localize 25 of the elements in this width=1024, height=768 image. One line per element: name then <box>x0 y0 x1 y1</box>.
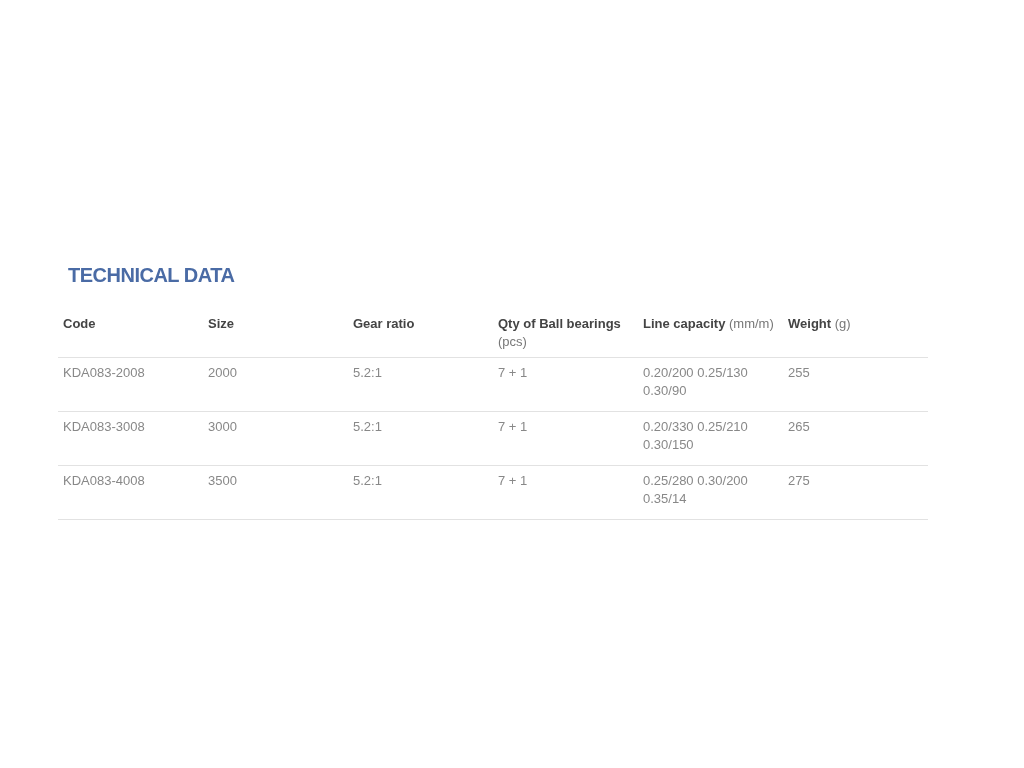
column-header: Weight (g) <box>788 316 851 331</box>
table-cell: 3500 <box>208 473 237 488</box>
table-cell: 2000 <box>208 365 237 380</box>
table-cell: 0.20/200 0.25/130 0.30/90 <box>643 365 748 398</box>
table-cell: 255 <box>788 365 810 380</box>
table-cell: 0.20/330 0.25/210 0.30/150 <box>643 419 748 452</box>
table-cell: KDA083-4008 <box>63 473 145 488</box>
table-cell: 5.2:1 <box>353 419 382 434</box>
column-header: Line capacity (mm/m) <box>643 316 774 331</box>
table-cell: KDA083-3008 <box>63 419 145 434</box>
table-cell: 0.25/280 0.30/200 0.35/14 <box>643 473 748 506</box>
column-header: Qty of Ball bearings (pcs) <box>498 316 621 349</box>
table-cell: 7 + 1 <box>498 473 528 488</box>
table-cell: 7 + 1 <box>498 419 528 434</box>
table-cell: KDA083-2008 <box>63 365 145 380</box>
table-cell: 265 <box>788 419 810 434</box>
table-cell: 3000 <box>208 419 237 434</box>
table-cell: 5.2:1 <box>353 473 382 488</box>
column-header: Size <box>208 316 234 331</box>
section-title: TECHNICAL DATA <box>68 263 236 288</box>
column-header: Gear ratio <box>353 316 415 331</box>
table-cell: 275 <box>788 473 810 488</box>
table-cell: 7 + 1 <box>498 365 528 380</box>
column-header: Code <box>63 316 96 331</box>
table-cell: 5.2:1 <box>353 365 382 380</box>
